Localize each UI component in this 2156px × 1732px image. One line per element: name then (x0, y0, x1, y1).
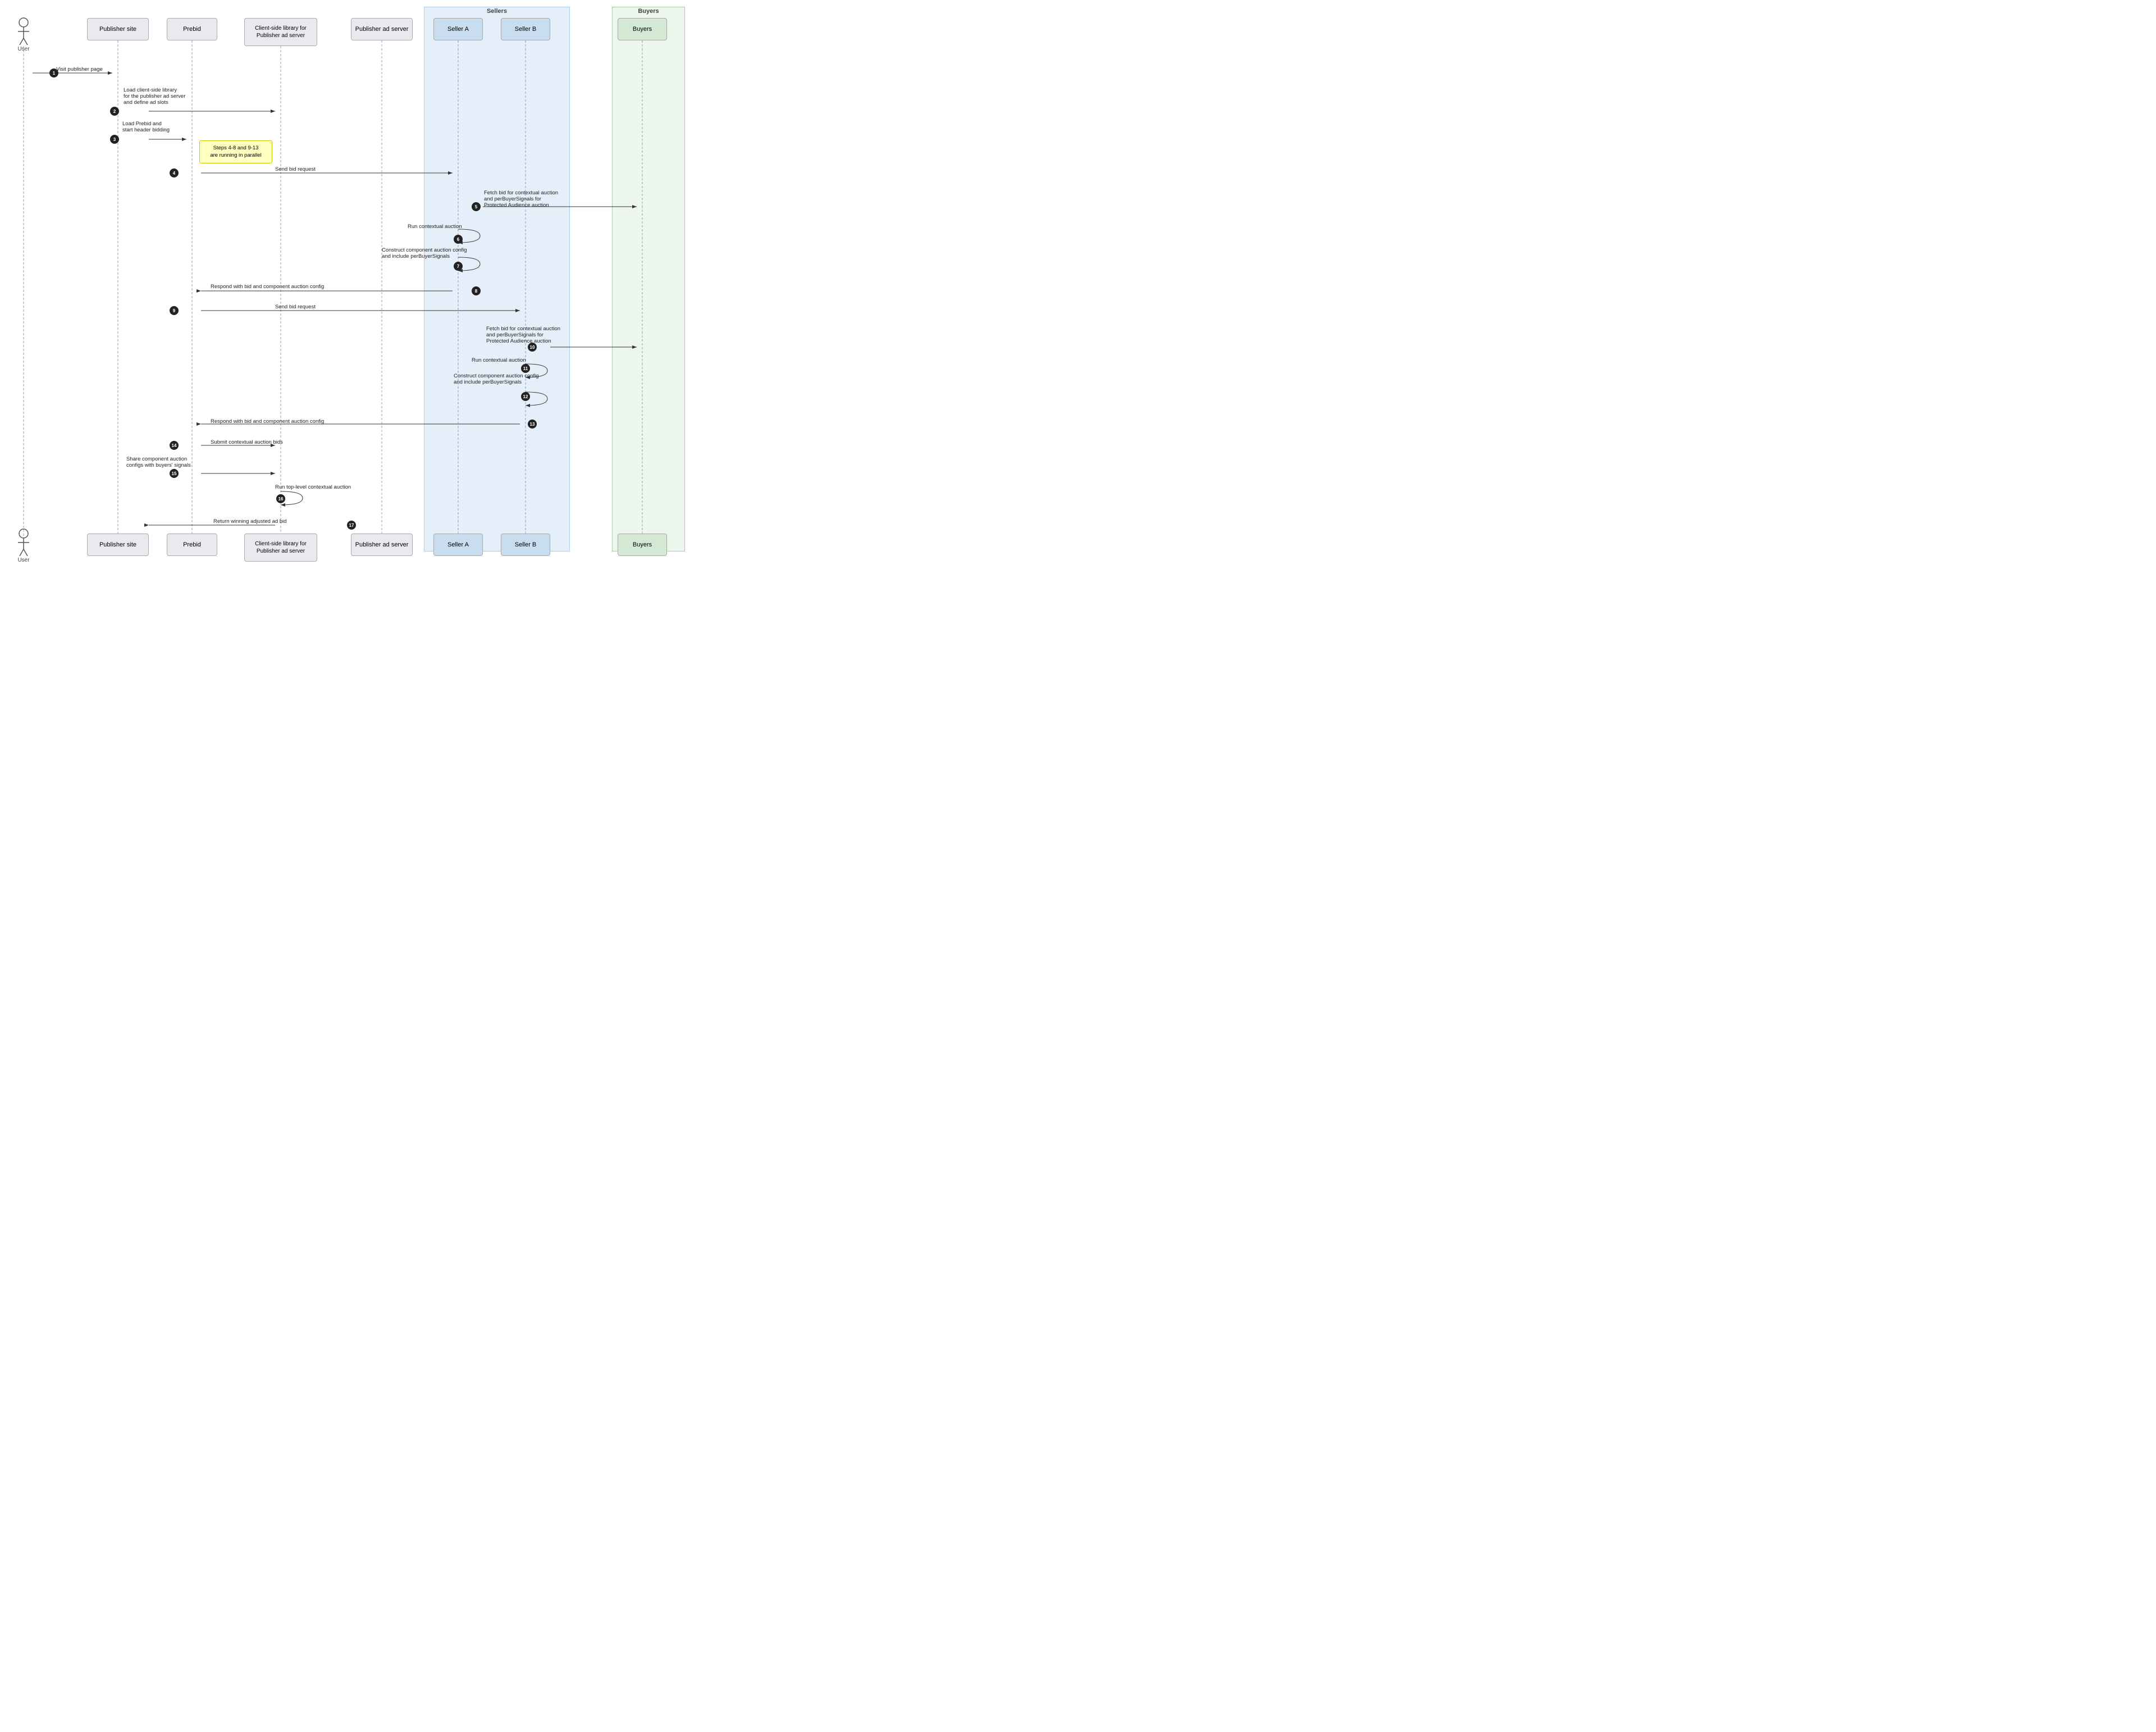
step-7: 7 (454, 262, 463, 271)
participant-prebid-top: Prebid (167, 18, 217, 40)
participant-seller-b-top: Seller B (501, 18, 550, 40)
step-1: 1 (49, 69, 58, 78)
step-11: 11 (521, 364, 530, 373)
participant-seller-a-bottom: Seller A (433, 534, 483, 556)
step-10: 10 (528, 343, 537, 352)
msg-17: Return winning adjusted ad bid (213, 518, 286, 525)
participant-pub-ad-server-bottom: Publisher ad server (351, 534, 413, 556)
step-8: 8 (472, 286, 481, 295)
step-16: 16 (276, 494, 285, 503)
step-2: 2 (110, 107, 119, 116)
msg-14: Submit contextual auction bids (211, 439, 283, 445)
msg-8: Respond with bid and component auction c… (211, 284, 324, 290)
step-9: 9 (170, 306, 179, 315)
msg-10: Fetch bid for contextual auction and per… (486, 326, 560, 344)
region-sellers (424, 7, 570, 551)
note-box: Steps 4-8 and 9-13 are running in parall… (199, 140, 272, 163)
msg-13: Respond with bid and component auction c… (211, 418, 324, 425)
msg-15: Share component auction configs with buy… (126, 456, 191, 468)
msg-7: Construct component auction config and i… (382, 247, 467, 259)
msg-12: Construct component auction config and i… (454, 373, 539, 385)
msg-4: Send bid request (275, 166, 316, 172)
participant-publisher-site-bottom: Publisher site (87, 534, 149, 556)
msg-2: Load client-side library for the publish… (124, 87, 185, 106)
step-12: 12 (521, 392, 530, 401)
msg-6: Run contextual auction (408, 224, 462, 230)
step-5: 5 (472, 202, 481, 211)
participant-prebid-bottom: Prebid (167, 534, 217, 556)
msg-5: Fetch bid for contextual auction and per… (484, 190, 558, 208)
user-label-top: User (17, 46, 29, 52)
participant-seller-a-top: Seller A (433, 18, 483, 40)
step-17: 17 (347, 521, 356, 530)
msg-9: Send bid request (275, 304, 316, 310)
step-13: 13 (528, 420, 537, 429)
user-label-bottom: User (17, 557, 29, 563)
user-figure-bottom: User (15, 528, 32, 563)
participant-client-lib-top: Client-side library for Publisher ad ser… (244, 18, 317, 46)
user-figure-top: User (15, 17, 32, 52)
participant-publisher-site-top: Publisher site (87, 18, 149, 40)
msg-16: Run top-level contextual auction (275, 484, 351, 490)
region-buyers (612, 7, 685, 551)
participant-pub-ad-server-top: Publisher ad server (351, 18, 413, 40)
diagram-container: Sellers Buyers User Publisher site Prebi… (0, 0, 696, 573)
msg-11: Run contextual auction (472, 357, 526, 363)
participant-client-lib-bottom: Client-side library for Publisher ad ser… (244, 534, 317, 562)
step-15: 15 (170, 469, 179, 478)
participant-buyers-top: Buyers (618, 18, 667, 40)
participant-seller-b-bottom: Seller B (501, 534, 550, 556)
step-14: 14 (170, 441, 179, 450)
msg-1: Visit publisher page (56, 66, 103, 72)
buyers-label: Buyers (612, 8, 685, 15)
sellers-label: Sellers (424, 8, 570, 15)
participant-buyers-bottom: Buyers (618, 534, 667, 556)
step-3: 3 (110, 135, 119, 144)
step-4: 4 (170, 168, 179, 177)
step-6: 6 (454, 235, 463, 244)
msg-3: Load Prebid and start header bidding (122, 121, 170, 133)
